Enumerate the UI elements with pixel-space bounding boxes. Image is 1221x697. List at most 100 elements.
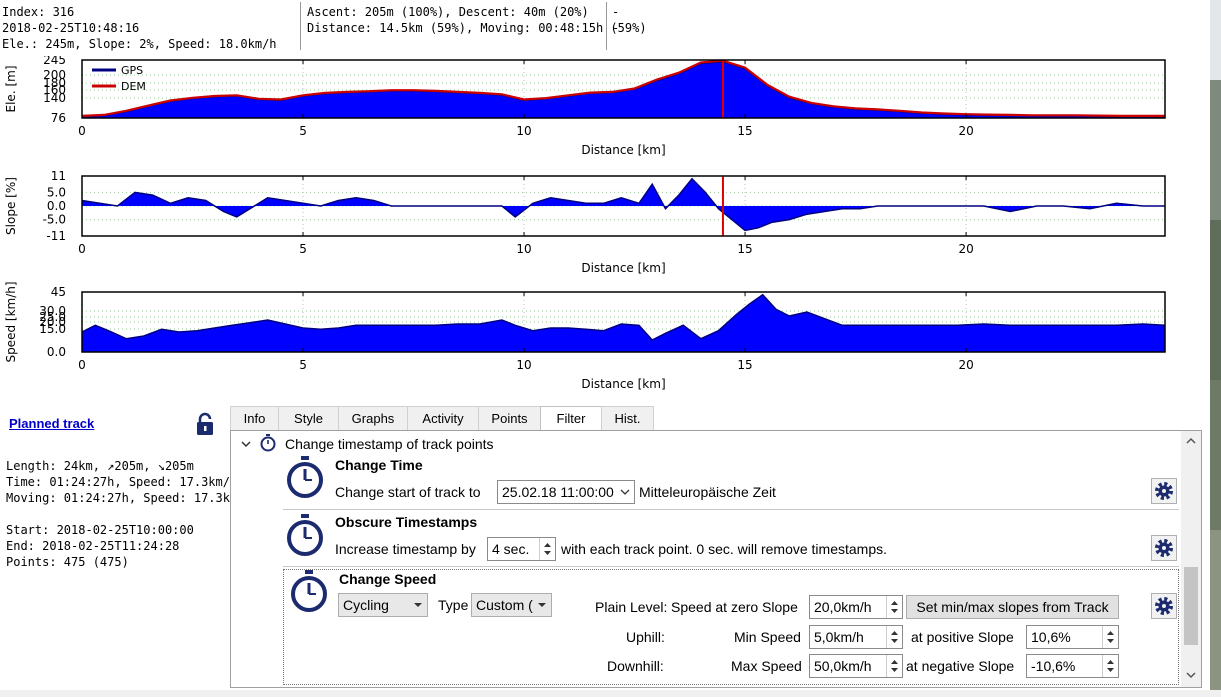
chart-panel-1: 0 5 10 15 2024520018016014076Distance [km]El… <box>4 53 1166 157</box>
max-speed-label: Max Speed <box>731 658 802 674</box>
chevron-down-icon[interactable] <box>239 437 253 451</box>
track-points: Points: 475 (475) <box>6 555 129 569</box>
negative-slope-spinbox[interactable]: -10,6% <box>1026 654 1119 678</box>
x-tick-label: 0 <box>78 358 86 372</box>
vertical-scrollbar[interactable] <box>1181 431 1201 687</box>
info-dash: - <box>612 21 620 35</box>
filter-divider <box>283 509 1179 510</box>
zero-slope-speed-spinbox[interactable]: 20,0km/h <box>809 595 903 619</box>
stopwatch-icon <box>289 569 329 613</box>
x-tick-label: 0 <box>78 242 86 256</box>
scroll-thumb[interactable] <box>1184 567 1198 645</box>
track-moving: Moving: 01:24:27h, Speed: 17.3km/h <box>6 491 252 505</box>
min-speed-label: Min Speed <box>734 629 801 645</box>
spin-arrows-icon[interactable] <box>1102 626 1118 648</box>
y-tick-label: 45 <box>51 285 66 299</box>
tab-graphs[interactable]: Graphs <box>338 406 408 430</box>
filter-divider <box>283 566 1179 567</box>
track-start: Start: 2018-02-25T10:00:00 <box>6 523 194 537</box>
change-speed-title: Change Speed <box>339 571 437 587</box>
zero-slope-speed-value: 20,0km/h <box>814 599 872 615</box>
positive-slope-label: at positive Slope <box>911 629 1014 645</box>
tab-activity[interactable]: Activity <box>407 406 479 430</box>
uphill-label: Uphill: <box>626 629 665 645</box>
obscure-label: Increase timestamp by <box>335 541 476 557</box>
x-axis-label: Distance [km] <box>581 261 665 275</box>
apply-obscure-gear-icon[interactable] <box>1151 535 1177 561</box>
legend-label: GPS <box>121 64 143 77</box>
change-time-title: Change Time <box>335 457 423 473</box>
x-tick-label: 10 <box>516 124 531 138</box>
stopwatch-icon <box>260 434 276 452</box>
activity-select[interactable]: Cycling <box>338 593 428 617</box>
timestamp-increment-spinbox[interactable]: 4 sec. <box>487 537 556 561</box>
track-length: Length: 24km, ↗205m, ↘205m <box>6 459 194 473</box>
min-speed-spinbox[interactable]: 5,0km/h <box>809 625 903 649</box>
info-time: 2018-02-25T10:48:16 <box>2 21 140 35</box>
obscure-title: Obscure Timestamps <box>335 514 478 530</box>
positive-slope-spinbox[interactable]: 10,6% <box>1026 625 1119 649</box>
filter-group-title: Change timestamp of track points <box>285 436 494 452</box>
track-time: Time: 01:24:27h, Speed: 17.3km/h <box>6 475 238 489</box>
tab-info[interactable]: Info <box>230 406 279 430</box>
type-select[interactable]: Custom ( <box>471 593 552 617</box>
filter-panel: Change timestamp of track points Change … <box>230 430 1202 688</box>
info-divider <box>300 2 301 50</box>
y-tick-label: 0.0 <box>47 199 66 213</box>
spin-arrows-icon[interactable] <box>1102 655 1118 677</box>
scroll-up-icon[interactable] <box>1181 433 1201 449</box>
activity-value: Cycling <box>343 597 389 613</box>
dropdown-arrow-icon[interactable] <box>413 594 423 616</box>
negative-slope-value: -10,6% <box>1031 658 1076 674</box>
x-tick-label: 20 <box>958 242 973 256</box>
x-tick-label: 0 <box>78 124 86 138</box>
graphs-svg[interactable]: 0 5 10 15 2024520018016014076Distance [km]El… <box>0 53 1210 396</box>
obscure-suffix: with each track point. 0 sec. will remov… <box>561 541 888 557</box>
spin-arrows-icon[interactable] <box>886 626 902 648</box>
x-tick-label: 20 <box>958 124 973 138</box>
spin-arrows-icon[interactable] <box>539 538 555 560</box>
apply-change-speed-gear-icon[interactable] <box>1151 593 1177 619</box>
tab-style[interactable]: Style <box>278 406 339 430</box>
scroll-down-icon[interactable] <box>1181 667 1201 683</box>
lock-icon[interactable] <box>194 412 216 436</box>
info-distance-line: Distance: 14.5km (59%), Moving: 00:48:15… <box>307 21 647 35</box>
plain-level-label: Plain Level: <box>595 599 668 615</box>
track-graphs[interactable]: 0 5 10 15 20 245 200 180 160 140 76 Distance [km] El… <box>0 53 1210 396</box>
x-axis-label: Distance [km] <box>581 143 665 157</box>
dropdown-arrow-icon[interactable] <box>537 594 547 616</box>
stopwatch-icon <box>285 455 325 499</box>
set-slopes-button[interactable]: Set min/max slopes from Track <box>906 595 1119 619</box>
y-tick-label: 5.0 <box>47 185 66 199</box>
y-tick-label: 15.0 <box>39 322 66 336</box>
y-tick-label: 245 <box>43 56 66 67</box>
y-tick-label: 140 <box>43 91 66 105</box>
y-tick-label: 11 <box>51 169 66 183</box>
start-time-picker[interactable]: 25.02.18 11:00:00 <box>497 480 635 504</box>
x-tick-label: 5 <box>299 124 307 138</box>
spin-arrows-icon[interactable] <box>886 596 902 618</box>
chevron-down-icon[interactable] <box>619 481 631 503</box>
x-tick-label: 15 <box>737 124 752 138</box>
tab-filter[interactable]: Filter <box>540 406 602 431</box>
max-speed-spinbox[interactable]: 50,0km/h <box>809 654 903 678</box>
planned-track-link[interactable]: Planned track <box>9 416 94 431</box>
apply-change-time-gear-icon[interactable] <box>1151 478 1177 504</box>
x-tick-label: 5 <box>299 358 307 372</box>
tab-hist[interactable]: Hist. <box>601 406 654 430</box>
y-tick-label: -5.0 <box>43 213 66 227</box>
spin-arrows-icon[interactable] <box>886 655 902 677</box>
info-divider <box>606 2 607 50</box>
track-end: End: 2018-02-25T11:24:28 <box>6 539 180 553</box>
y-tick-label: 0.0 <box>47 345 66 359</box>
type-label: Type <box>438 597 469 613</box>
timestamp-increment-value: 4 sec. <box>492 541 530 557</box>
legend-label: DEM <box>121 80 146 93</box>
zero-slope-label: Speed at zero Slope <box>671 599 798 615</box>
y-axis-label: Ele. [m] <box>4 66 18 113</box>
tab-points[interactable]: Points <box>478 406 541 430</box>
point-info-bar: Index: 316 2018-02-25T10:48:16 Ele.: 245… <box>0 0 1210 56</box>
positive-slope-value: 10,6% <box>1031 629 1071 645</box>
x-tick-label: 5 <box>299 242 307 256</box>
downhill-label: Downhill: <box>607 658 664 674</box>
